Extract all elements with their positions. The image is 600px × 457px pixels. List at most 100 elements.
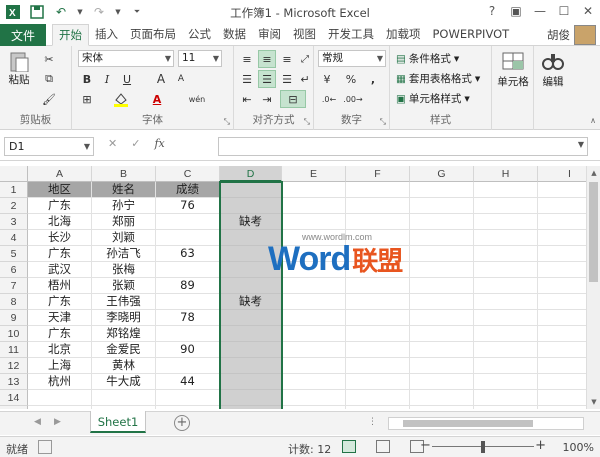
cell-h5[interactable] xyxy=(474,246,538,262)
bold-button[interactable]: B xyxy=(78,70,96,88)
row-header-14[interactable]: 14 xyxy=(0,390,28,406)
font-size-dropdown[interactable]: 11 ▼ xyxy=(178,50,222,67)
cell-e11[interactable] xyxy=(282,342,346,358)
cell-g8[interactable] xyxy=(410,294,474,310)
column-header-b[interactable]: B xyxy=(92,166,156,182)
tab-file[interactable]: 文件 xyxy=(0,24,46,46)
zoom-out-button[interactable]: − xyxy=(420,438,431,453)
column-header-d[interactable]: D xyxy=(220,166,282,182)
expand-formula-bar-icon[interactable]: ▼ xyxy=(578,140,584,149)
column-header-e[interactable]: E xyxy=(282,166,346,182)
horizontal-scrollbar[interactable] xyxy=(388,417,584,430)
cell-styles-button[interactable]: ▣ 单元格样式 ▼ xyxy=(396,91,470,106)
cell-h14[interactable] xyxy=(474,390,538,406)
worksheet-grid[interactable]: A B C D E F G H I 1 地区 姓名 成绩 2 广东 孙宁 76 3 北海 郑丽 缺考 4 长沙 刘颖 5 广东 孙洁… xyxy=(0,166,600,409)
cell-e12[interactable] xyxy=(282,358,346,374)
align-left-icon[interactable]: ☰ xyxy=(238,70,256,88)
cell-e7[interactable] xyxy=(282,278,346,294)
row-header-8[interactable]: 8 xyxy=(0,294,28,310)
cell-d3[interactable]: 缺考 xyxy=(220,214,282,230)
cell-b12[interactable]: 黄林 xyxy=(92,358,156,374)
format-as-table-button[interactable]: ▦ 套用表格格式 ▼ xyxy=(396,71,480,86)
cell-h2[interactable] xyxy=(474,198,538,214)
scroll-down-icon[interactable]: ▼ xyxy=(587,395,600,409)
cell-c11[interactable]: 90 xyxy=(156,342,220,358)
cell-h6[interactable] xyxy=(474,262,538,278)
row-header-6[interactable]: 6 xyxy=(0,262,28,278)
increase-decimal-icon[interactable]: .0← xyxy=(320,90,338,108)
row-header-5[interactable]: 5 xyxy=(0,246,28,262)
cell-g12[interactable] xyxy=(410,358,474,374)
wrap-text-icon[interactable]: ↵ xyxy=(296,70,314,88)
borders-icon[interactable]: ⊞ xyxy=(78,90,96,108)
prev-sheet-icon[interactable]: ◀ xyxy=(34,417,41,427)
cell-g9[interactable] xyxy=(410,310,474,326)
cell-h15[interactable] xyxy=(474,406,538,409)
split-handle-icon[interactable]: ⋮ xyxy=(368,417,377,427)
tab-page-layout[interactable]: 页面布局 xyxy=(124,24,182,46)
cell-f2[interactable] xyxy=(346,198,410,214)
cell-a15[interactable] xyxy=(28,406,92,409)
phonetic-guide-button[interactable]: wén xyxy=(184,90,210,108)
cell-b7[interactable]: 张颖 xyxy=(92,278,156,294)
cell-g1[interactable] xyxy=(410,182,474,198)
row-header-2[interactable]: 2 xyxy=(0,198,28,214)
cell-d14[interactable] xyxy=(220,390,282,406)
cell-h1[interactable] xyxy=(474,182,538,198)
row-header-3[interactable]: 3 xyxy=(0,214,28,230)
cell-a8[interactable]: 广东 xyxy=(28,294,92,310)
font-dialog-launcher-icon[interactable]: ⤡ xyxy=(224,117,230,127)
cell-b6[interactable]: 张梅 xyxy=(92,262,156,278)
format-painter-icon[interactable]: 🖌 xyxy=(40,90,58,108)
cell-a13[interactable]: 杭州 xyxy=(28,374,92,390)
cell-a3[interactable]: 北海 xyxy=(28,214,92,230)
orientation-icon[interactable]: ⤢ xyxy=(296,50,314,68)
zoom-in-button[interactable]: + xyxy=(535,438,546,453)
tab-insert[interactable]: 插入 xyxy=(89,24,124,46)
underline-button[interactable]: U xyxy=(118,70,136,88)
cut-icon[interactable]: ✂ xyxy=(40,50,58,68)
cell-d15[interactable] xyxy=(220,406,282,409)
cell-f14[interactable] xyxy=(346,390,410,406)
cell-g13[interactable] xyxy=(410,374,474,390)
cell-c1[interactable]: 成绩 xyxy=(156,182,220,198)
cell-c6[interactable] xyxy=(156,262,220,278)
help-button[interactable]: ? xyxy=(480,0,504,22)
row-header-15[interactable]: 15 xyxy=(0,406,28,409)
cell-e8[interactable] xyxy=(282,294,346,310)
cell-a2[interactable]: 广东 xyxy=(28,198,92,214)
cancel-icon[interactable]: ✕ xyxy=(108,137,117,150)
cell-f13[interactable] xyxy=(346,374,410,390)
cell-g2[interactable] xyxy=(410,198,474,214)
horizontal-scroll-thumb[interactable] xyxy=(403,420,533,427)
cell-b13[interactable]: 牛大成 xyxy=(92,374,156,390)
cell-e1[interactable] xyxy=(282,182,346,198)
column-header-c[interactable]: C xyxy=(156,166,220,182)
collapse-ribbon-icon[interactable]: ∧ xyxy=(590,116,596,125)
cell-h4[interactable] xyxy=(474,230,538,246)
cell-g10[interactable] xyxy=(410,326,474,342)
cell-d2[interactable] xyxy=(220,198,282,214)
cell-f15[interactable] xyxy=(346,406,410,409)
italic-button[interactable]: I xyxy=(98,70,116,88)
cell-h11[interactable] xyxy=(474,342,538,358)
cell-e15[interactable] xyxy=(282,406,346,409)
conditional-formatting-button[interactable]: ▤ 条件格式 ▼ xyxy=(396,51,459,66)
cell-g6[interactable] xyxy=(410,262,474,278)
cell-a4[interactable]: 长沙 xyxy=(28,230,92,246)
tab-view[interactable]: 视图 xyxy=(287,24,322,46)
tab-powerpivot[interactable]: POWERPIVOT xyxy=(427,24,516,46)
decrease-decimal-icon[interactable]: .00→ xyxy=(343,90,362,108)
cell-b2[interactable]: 孙宁 xyxy=(92,198,156,214)
editing-button[interactable]: 编辑 xyxy=(536,50,570,89)
cell-h12[interactable] xyxy=(474,358,538,374)
select-all-corner[interactable] xyxy=(0,166,28,182)
cell-g14[interactable] xyxy=(410,390,474,406)
decrease-font-size-button[interactable]: A xyxy=(172,70,190,88)
cell-h9[interactable] xyxy=(474,310,538,326)
cell-e14[interactable] xyxy=(282,390,346,406)
column-header-g[interactable]: G xyxy=(410,166,474,182)
cell-f8[interactable] xyxy=(346,294,410,310)
cell-b9[interactable]: 李晓明 xyxy=(92,310,156,326)
cell-b10[interactable]: 郑铭煌 xyxy=(92,326,156,342)
